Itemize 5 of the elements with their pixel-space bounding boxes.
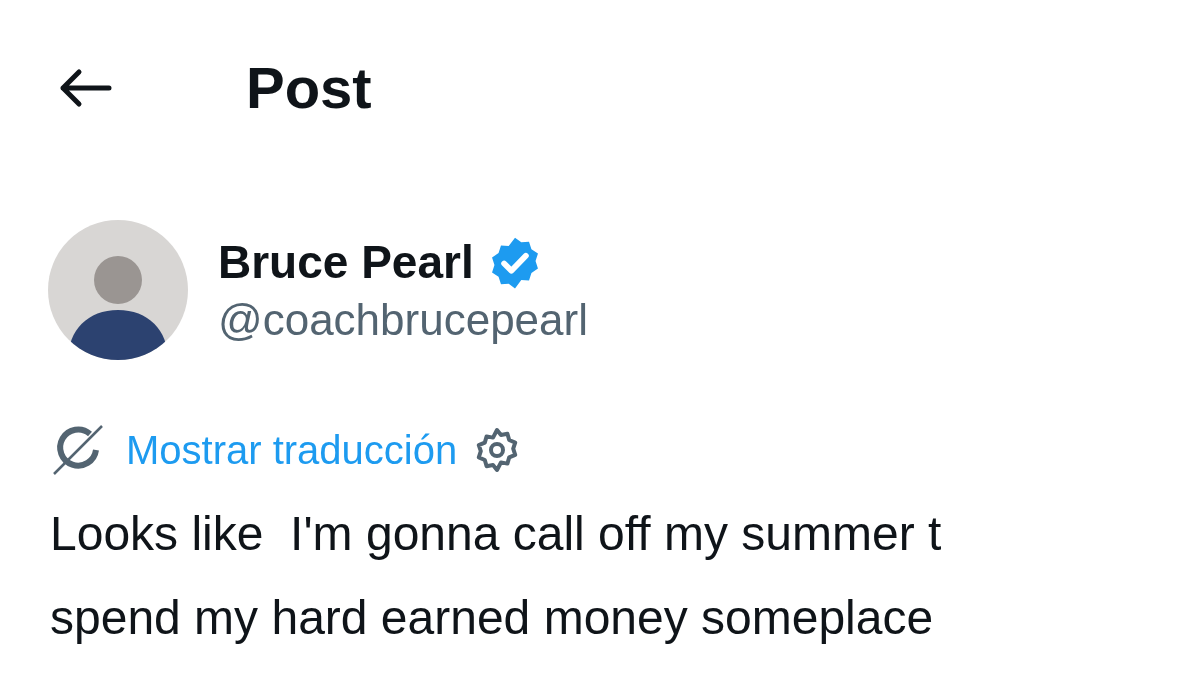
page-title: Post (246, 58, 372, 117)
post-text-line: spend my hard earned money someplace (50, 590, 935, 646)
author-name[interactable]: Bruce Pearl (218, 233, 474, 292)
author-handle[interactable]: @coachbrucepearl (218, 291, 588, 347)
post-text-line: Looks like I'm gonna call off my summer t (50, 506, 943, 562)
